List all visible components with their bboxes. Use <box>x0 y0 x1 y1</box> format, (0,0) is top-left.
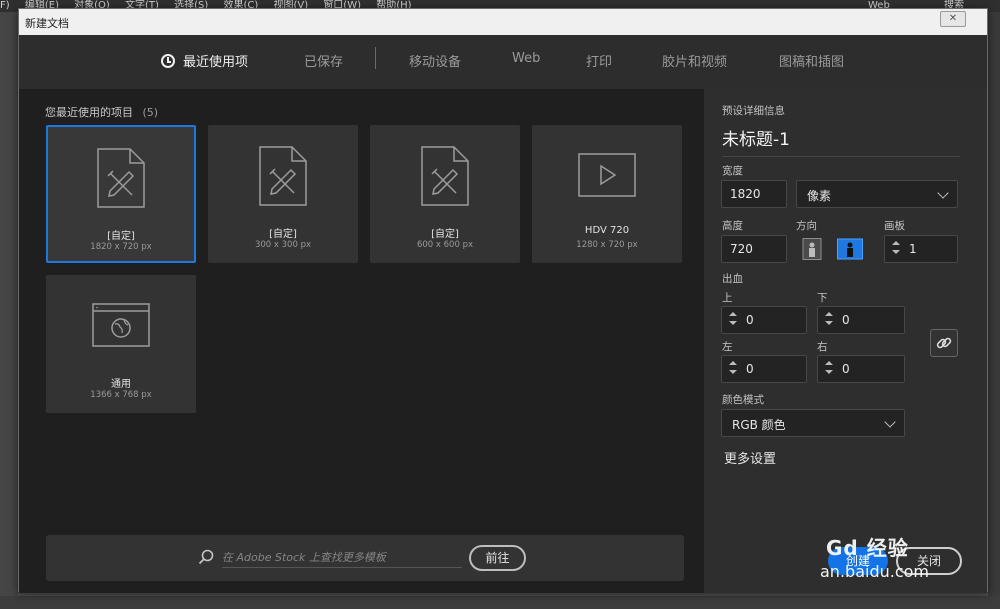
preset-size: 1820 x 720 px <box>90 242 152 252</box>
document-name-field[interactable]: 未标题-1 <box>722 125 960 157</box>
bleed-right-label: 右 <box>817 341 828 353</box>
preset-details-heading: 预设详细信息 <box>722 105 785 117</box>
preset-size: 1366 x 768 px <box>90 390 152 400</box>
artboards-stepper[interactable]: 1 <box>884 235 958 263</box>
preset-card[interactable]: HDV 720 1280 x 720 px <box>532 125 682 263</box>
preset-size: 1280 x 720 px <box>576 240 638 250</box>
height-value: 720 <box>730 242 753 256</box>
stock-search-input[interactable] <box>222 548 462 568</box>
recent-items-panel: 您最近使用的项目 (5) [自定] 1820 x 720 px [自定] 300… <box>19 89 704 593</box>
chevron-down-icon <box>937 187 949 199</box>
tab-recent-label: 最近使用项 <box>183 55 249 70</box>
document-pencil-icon <box>421 146 469 206</box>
search-icon <box>198 549 214 565</box>
bleed-bottom-value: 0 <box>842 313 850 327</box>
stepper-arrows-icon[interactable] <box>824 310 834 330</box>
bleed-right-value: 0 <box>842 362 850 376</box>
document-pencil-icon <box>259 146 307 206</box>
preset-card[interactable]: 通用 1366 x 768 px <box>46 275 196 413</box>
bleed-bottom-label: 下 <box>817 292 828 304</box>
menu-item-file[interactable]: F) <box>0 0 10 12</box>
preset-name: [自定] <box>431 229 459 240</box>
dialog-titlebar: 新建文档 ✕ <box>19 9 987 35</box>
bleed-left-value: 0 <box>746 362 754 376</box>
bleed-bottom-stepper[interactable]: 0 <box>817 306 905 334</box>
color-mode-dropdown[interactable]: RGB 颜色 <box>721 409 905 437</box>
clock-icon <box>161 54 175 68</box>
link-icon <box>936 337 952 349</box>
unit-dropdown[interactable]: 像素 <box>796 180 958 208</box>
tab-web[interactable]: Web <box>512 51 540 66</box>
portrait-orientation-icon[interactable] <box>801 238 823 260</box>
video-play-icon <box>578 153 636 197</box>
preset-card[interactable]: [自定] 300 x 300 px <box>208 125 358 263</box>
category-tabs: 最近使用项 已保存 移动设备 Web 打印 胶片和视频 图稿和插图 <box>19 35 987 112</box>
bleed-top-stepper[interactable]: 0 <box>721 306 807 334</box>
width-label: 宽度 <box>722 165 743 177</box>
app-left-toolbar <box>0 12 18 596</box>
color-mode-label: 颜色模式 <box>722 394 764 406</box>
preset-name: HDV 720 <box>584 225 630 236</box>
more-settings-link[interactable]: 更多设置 <box>724 448 776 467</box>
landscape-orientation-icon[interactable] <box>837 238 863 260</box>
tab-print[interactable]: 打印 <box>586 51 612 70</box>
link-bleed-button[interactable] <box>930 329 958 357</box>
width-value: 1820 <box>730 187 761 201</box>
stepper-arrows-icon[interactable] <box>891 239 901 259</box>
bleed-top-label: 上 <box>722 292 733 304</box>
preset-name: [自定] <box>269 229 297 240</box>
stepper-arrows-icon[interactable] <box>728 359 738 379</box>
tab-saved[interactable]: 已保存 <box>304 51 343 70</box>
bleed-top-value: 0 <box>746 313 754 327</box>
bleed-left-stepper[interactable]: 0 <box>721 355 807 383</box>
stepper-arrows-icon[interactable] <box>728 310 738 330</box>
new-document-dialog: 新建文档 ✕ 最近使用项 已保存 移动设备 Web 打印 胶片和视频 图稿和插图… <box>18 8 988 593</box>
recent-items-count: (5) <box>142 106 159 119</box>
orientation-label: 方向 <box>796 220 817 232</box>
tab-recent[interactable]: 最近使用项 <box>161 51 248 70</box>
bleed-right-stepper[interactable]: 0 <box>817 355 905 383</box>
chevron-down-icon <box>884 416 896 428</box>
preset-name: [自定] <box>107 231 135 242</box>
create-button[interactable]: 创建 <box>828 547 888 575</box>
tab-film-video[interactable]: 胶片和视频 <box>662 51 727 70</box>
preset-size: 300 x 300 px <box>254 240 311 250</box>
close-button[interactable]: 关闭 <box>896 547 962 575</box>
artboards-label: 画板 <box>884 220 905 232</box>
color-mode-value: RGB 颜色 <box>732 418 786 432</box>
stepper-arrows-icon[interactable] <box>824 359 834 379</box>
web-browser-icon <box>92 303 150 347</box>
unit-value: 像素 <box>807 189 832 203</box>
document-pencil-icon <box>97 148 145 208</box>
tab-mobile[interactable]: 移动设备 <box>409 51 461 70</box>
preset-name: 通用 <box>111 379 131 390</box>
preset-card[interactable]: [自定] 1820 x 720 px <box>46 125 196 263</box>
app-right-panel <box>988 12 1000 609</box>
bleed-label: 出血 <box>722 273 743 285</box>
bleed-left-label: 左 <box>722 341 733 353</box>
tab-separator <box>375 47 376 69</box>
adobe-stock-search-bar: 前往 <box>46 535 684 581</box>
artboards-value: 1 <box>909 242 917 256</box>
preset-size: 600 x 600 px <box>416 240 473 250</box>
height-field[interactable]: 720 <box>721 235 787 263</box>
height-label: 高度 <box>722 220 743 232</box>
width-field[interactable]: 1820 <box>721 180 787 208</box>
stock-go-button[interactable]: 前往 <box>469 545 526 571</box>
dialog-title: 新建文档 <box>25 17 69 30</box>
preset-details-panel: 预设详细信息 未标题-1 宽度 1820 像素 高度 方向 画板 720 1 出… <box>704 89 987 593</box>
tab-art-illustration[interactable]: 图稿和插图 <box>779 51 844 70</box>
recent-items-title: 您最近使用的项目 <box>45 106 133 119</box>
dialog-close-button[interactable]: ✕ <box>940 11 966 27</box>
preset-card[interactable]: [自定] 600 x 600 px <box>370 125 520 263</box>
recent-items-heading: 您最近使用的项目 (5) <box>45 104 158 120</box>
app-status-bar <box>0 596 1000 609</box>
